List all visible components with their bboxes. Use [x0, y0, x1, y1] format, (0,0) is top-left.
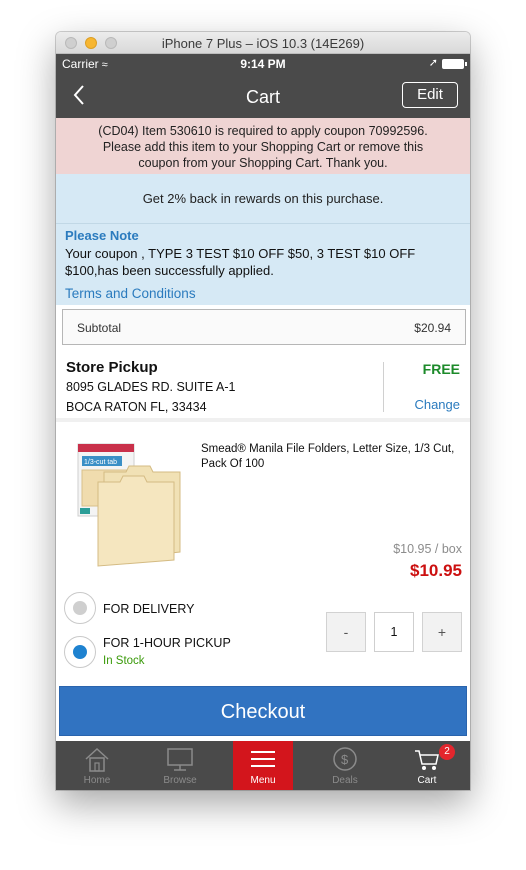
edit-button[interactable]: Edit [402, 82, 458, 108]
subtotal-row: Subtotal $20.94 [62, 309, 466, 345]
tab-label: Home [83, 775, 111, 786]
store-pickup-title: Store Pickup [66, 359, 158, 376]
divider [383, 362, 384, 412]
dollar-icon: $ [333, 747, 357, 771]
product-image[interactable]: 1/3-cut tab [76, 442, 188, 567]
rewards-banner: Get 2% back in rewards on this purchase. [56, 174, 470, 224]
error-line: Please add this item to your Shopping Ca… [102, 140, 424, 154]
subtotal-value: $20.94 [414, 321, 451, 335]
tab-label: Cart [417, 775, 437, 786]
pickup-cost: FREE [422, 361, 460, 377]
svg-text:$: $ [341, 752, 349, 767]
hamburger-icon [251, 751, 275, 767]
svg-text:1/3-cut tab: 1/3-cut tab [84, 459, 117, 466]
note-heading: Please Note [65, 228, 139, 243]
stock-status: In Stock [103, 655, 145, 667]
quantity-field[interactable]: 1 [374, 612, 414, 652]
radio-dot [73, 601, 87, 615]
tab-deals[interactable]: $ Deals [304, 741, 386, 790]
subtotal-label: Subtotal [77, 321, 122, 335]
navigation-bar: Carrier ≈ 9:14 PM ➚ Cart Edit [56, 54, 470, 118]
tab-menu[interactable]: Menu [233, 741, 293, 790]
coupon-note: Please Note Your coupon , TYPE 3 TEST $1… [56, 224, 470, 305]
delivery-option-label: FOR DELIVERY [103, 602, 195, 616]
pickup-radio[interactable] [64, 636, 96, 668]
decrease-quantity-button[interactable]: - [326, 612, 366, 652]
tab-cart[interactable]: 2 Cart [386, 741, 468, 790]
window-title: iPhone 7 Plus – iOS 10.3 (14E269) [161, 36, 365, 51]
cart-count-badge: 2 [439, 744, 455, 760]
monitor-icon [167, 748, 193, 771]
pickup-option-label: FOR 1-HOUR PICKUP [103, 636, 231, 650]
store-pickup-section: Store Pickup 8095 GLADES RD. SUITE A-1 B… [56, 352, 470, 418]
tab-label: Deals [332, 775, 358, 786]
home-icon [85, 747, 109, 772]
terms-link[interactable]: Terms and Conditions [65, 286, 196, 301]
error-line: coupon from your Shopping Cart. Thank yo… [138, 156, 388, 170]
product-name[interactable]: Smead® Manila File Folders, Letter Size,… [201, 442, 463, 472]
error-line: (CD04) Item 530610 is required to apply … [98, 124, 428, 138]
simulator-window: iPhone 7 Plus – iOS 10.3 (14E269) Carrie… [56, 32, 470, 790]
tab-home[interactable]: Home [56, 741, 138, 790]
store-address-line1: 8095 GLADES RD. SUITE A-1 [66, 380, 236, 394]
change-store-link[interactable]: Change [414, 397, 460, 412]
cart-icon [415, 750, 439, 770]
coupon-error-banner: (CD04) Item 530610 is required to apply … [56, 118, 470, 174]
radio-dot-selected [73, 645, 87, 659]
store-address-line2: BOCA RATON FL, 33434 [66, 400, 207, 414]
window-titlebar: iPhone 7 Plus – iOS 10.3 (14E269) [56, 32, 470, 54]
status-time: 9:14 PM [240, 57, 286, 71]
tab-label: Menu [250, 775, 276, 786]
battery-icon [442, 59, 467, 69]
delivery-radio[interactable] [64, 592, 96, 624]
file-folder-image: 1/3-cut tab [77, 443, 181, 567]
product-price: $10.95 [410, 561, 462, 580]
status-bar: Carrier ≈ 9:14 PM ➚ [56, 54, 470, 74]
location-arrow-icon: ➚ [428, 57, 438, 69]
tab-label: Browse [163, 775, 197, 786]
checkout-button[interactable]: Checkout [59, 686, 467, 736]
note-body: Your coupon , TYPE 3 TEST $10 OFF $50, 3… [65, 246, 416, 278]
unit-price: $10.95 / box [393, 542, 462, 556]
increase-quantity-button[interactable]: + [422, 612, 462, 652]
section-divider [56, 418, 470, 422]
tab-browse[interactable]: Browse [139, 741, 221, 790]
tab-bar: Home Browse Menu $ Deals 2 Cart [56, 741, 470, 790]
